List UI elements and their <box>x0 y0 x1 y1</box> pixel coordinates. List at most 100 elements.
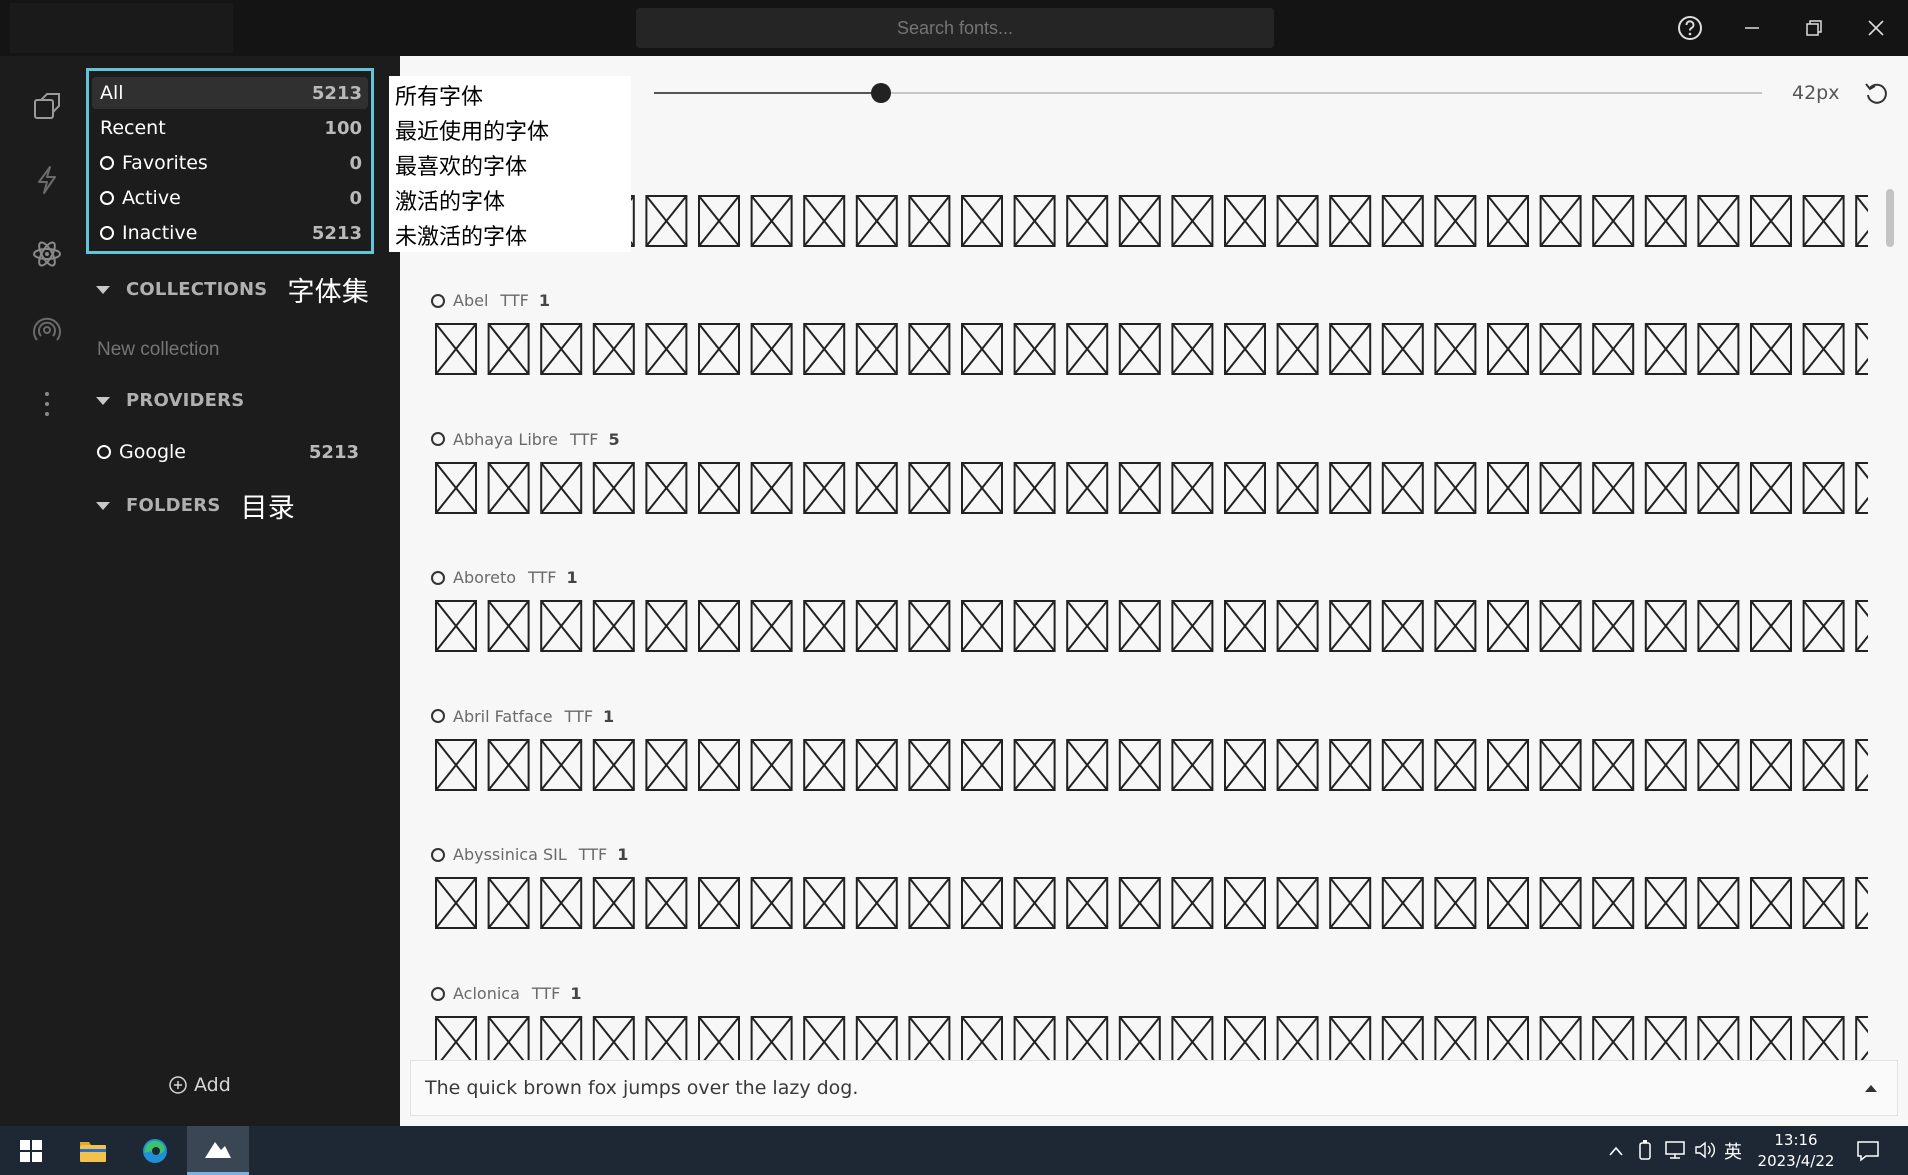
font-format: TTF <box>578 845 608 865</box>
restore-icon[interactable] <box>1796 10 1832 46</box>
circle-icon <box>100 226 114 240</box>
atom-icon[interactable] <box>27 234 67 274</box>
provider-label: Google <box>119 441 187 463</box>
font-entry-header[interactable]: Abhaya Libre TTF 5 <box>431 430 620 449</box>
providers-header[interactable]: PROVIDERS <box>96 390 244 411</box>
filter-label: Recent <box>100 117 166 139</box>
font-name: Abhaya Libre <box>453 429 558 449</box>
new-collection-input[interactable] <box>97 339 342 361</box>
filter-inactive[interactable]: Inactive 5213 <box>92 217 368 249</box>
minimize-icon[interactable] <box>1734 10 1770 46</box>
font-name: Abel <box>453 291 489 310</box>
translation-active: 激活的字体 <box>395 190 506 215</box>
notification-icon[interactable] <box>1856 1140 1880 1167</box>
font-style-count: 1 <box>566 568 578 588</box>
help-icon[interactable] <box>1672 10 1708 46</box>
filter-all[interactable]: All 5213 <box>92 77 368 109</box>
glyph-preview-row <box>434 193 1868 249</box>
filter-active[interactable]: Active 0 <box>92 182 368 214</box>
font-format: TTF <box>570 429 599 449</box>
volume-icon[interactable] <box>1694 1140 1716 1165</box>
chevron-down-icon <box>96 285 110 294</box>
filter-count: 0 <box>349 152 362 174</box>
translation-recent: 最近使用的字体 <box>395 120 550 145</box>
folders-header[interactable]: FOLDERS 目录 <box>96 486 295 525</box>
clock-time: 13:16 <box>1774 1131 1818 1149</box>
filter-favorites[interactable]: Favorites 0 <box>92 147 368 179</box>
font-style-count: 5 <box>608 429 620 449</box>
edge-browser-icon[interactable] <box>124 1126 186 1175</box>
activate-toggle-icon[interactable] <box>431 432 445 447</box>
close-icon[interactable] <box>1858 10 1894 46</box>
filter-count: 5213 <box>311 82 362 104</box>
font-entry-header[interactable]: Aboreto TTF 1 <box>431 568 578 587</box>
providers-label: PROVIDERS <box>126 390 245 411</box>
sample-text-bar[interactable]: The quick brown fox jumps over the lazy … <box>410 1060 1898 1116</box>
reset-icon[interactable] <box>1863 80 1891 108</box>
chevron-down-icon <box>96 501 110 510</box>
caret-up-icon[interactable] <box>1865 1084 1877 1092</box>
app-logo-area <box>10 3 233 53</box>
slider-thumb[interactable] <box>871 83 892 103</box>
translation-inactive: 未激活的字体 <box>395 225 528 250</box>
circle-icon <box>100 191 114 205</box>
filter-label: Active <box>122 187 181 209</box>
font-app-taskbar-icon[interactable] <box>187 1126 249 1175</box>
slider-fill <box>654 92 882 94</box>
add-button[interactable]: Add <box>168 1074 231 1096</box>
activate-toggle-icon[interactable] <box>431 570 445 585</box>
font-format: TTF <box>564 706 594 726</box>
scrollbar[interactable] <box>1886 134 1894 1104</box>
sample-text[interactable]: The quick brown fox jumps over the lazy … <box>425 1077 858 1099</box>
clock[interactable]: 13:16 2023/4/22 <box>1752 1130 1840 1172</box>
activate-toggle-icon[interactable] <box>431 986 445 1001</box>
font-style-count: 1 <box>617 845 629 865</box>
circle-icon <box>97 445 111 459</box>
scrollbar-thumb[interactable] <box>1886 189 1894 247</box>
taskbar: 英 13:16 2023/4/22 <box>0 1126 1908 1175</box>
font-name: Aclonica <box>453 984 520 1003</box>
filter-recent[interactable]: Recent 100 <box>92 112 368 144</box>
font-format: TTF <box>528 568 557 588</box>
glyph-preview-row <box>434 875 1868 931</box>
font-size-slider[interactable] <box>654 83 1762 103</box>
ime-indicator[interactable]: 英 <box>1724 1138 1742 1164</box>
font-entry-header[interactable]: Abyssinica SIL TTF 1 <box>431 845 628 864</box>
font-name: Aboreto <box>453 568 517 588</box>
font-format: TTF <box>531 984 561 1003</box>
activate-toggle-icon[interactable] <box>431 847 445 862</box>
library-icon[interactable] <box>27 86 67 126</box>
broadcast-icon[interactable] <box>27 310 67 350</box>
font-entry-header[interactable]: Abel TTF 1 <box>431 291 550 310</box>
file-explorer-icon[interactable] <box>62 1126 124 1175</box>
font-style-count: 1 <box>603 706 615 726</box>
title-bar <box>0 0 1908 56</box>
glyph-preview-row <box>434 321 1868 377</box>
icon-rail <box>0 56 86 1126</box>
folders-annotation: 目录 <box>240 493 295 524</box>
lightning-icon[interactable] <box>27 160 67 200</box>
search-input[interactable] <box>636 8 1274 48</box>
provider-google[interactable]: Google 5213 <box>89 436 365 468</box>
filter-label: All <box>100 82 124 104</box>
chevron-up-icon[interactable] <box>1608 1142 1624 1162</box>
folders-label: FOLDERS <box>126 495 221 516</box>
collections-header[interactable]: COLLECTIONS 字体集 <box>96 270 369 309</box>
battery-icon[interactable] <box>1638 1139 1652 1166</box>
font-entry-header[interactable]: Abril Fatface TTF 1 <box>431 707 614 726</box>
activate-toggle-icon[interactable] <box>431 293 445 308</box>
filter-count: 5213 <box>311 222 362 244</box>
filter-label: Favorites <box>122 152 208 174</box>
network-icon[interactable] <box>1664 1140 1686 1165</box>
translation-favorites: 最喜欢的字体 <box>395 155 528 180</box>
circle-icon <box>100 156 114 170</box>
glyph-preview-row <box>434 460 1868 516</box>
font-name: Abril Fatface <box>453 706 553 726</box>
font-size-label: 42px <box>1792 82 1840 104</box>
windows-start-icon[interactable] <box>0 1126 62 1175</box>
activate-toggle-icon[interactable] <box>431 709 445 724</box>
more-options-icon[interactable] <box>27 384 67 424</box>
sidebar: All 5213 Recent 100 Favorites 0 Active 0… <box>86 56 400 1126</box>
font-entry-header[interactable]: Aclonica TTF 1 <box>431 984 582 1003</box>
add-label: Add <box>194 1074 231 1096</box>
